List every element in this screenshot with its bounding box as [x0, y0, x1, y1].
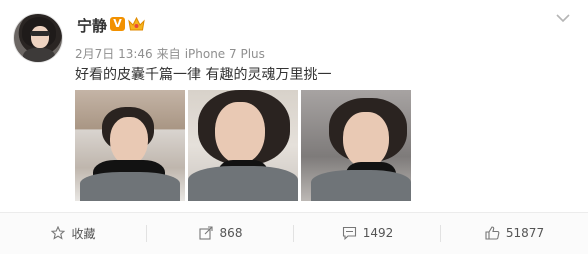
username[interactable]: 宁静	[77, 15, 107, 36]
post-photo-3[interactable]	[301, 90, 411, 201]
post-photo-2[interactable]	[188, 90, 298, 201]
post-date[interactable]: 2月7日 13:46	[75, 47, 153, 61]
photo-3-coat	[311, 170, 411, 201]
repost-button[interactable]: 868	[147, 213, 294, 253]
source-device[interactable]: iPhone 7 Plus	[185, 47, 265, 61]
comment-count: 1492	[362, 226, 394, 240]
comment-button[interactable]: 1492	[294, 213, 441, 253]
vip-crown-icon[interactable]	[128, 16, 145, 32]
photo-1-coat	[80, 172, 180, 201]
avatar-body	[23, 48, 55, 62]
comment-icon	[342, 226, 356, 240]
star-icon	[51, 226, 66, 240]
avatar[interactable]	[13, 13, 63, 63]
repost-count: 868	[219, 226, 243, 240]
action-bar: 收藏 868 1492 51877	[0, 212, 588, 254]
favorite-label: 收藏	[71, 226, 96, 241]
source-prefix: 来自	[156, 47, 181, 61]
avatar-sunglasses	[30, 31, 50, 36]
chevron-down-icon[interactable]	[556, 13, 570, 23]
photo-1-face	[110, 117, 148, 165]
photo-2-face	[215, 102, 265, 164]
photo-3-face	[343, 112, 389, 168]
post-meta: 2月7日 13:46 来自 iPhone 7 Plus	[75, 45, 269, 62]
verified-badge-icon[interactable]: V	[110, 17, 125, 31]
like-button[interactable]: 51877	[441, 213, 588, 253]
favorite-button[interactable]: 收藏	[0, 213, 147, 253]
photo-2-coat	[188, 166, 298, 201]
like-count: 51877	[505, 226, 545, 240]
post-content: 好看的皮囊千篇一律 有趣的灵魂万里挑一	[75, 67, 332, 83]
post-photo-1[interactable]	[75, 90, 185, 201]
repost-icon	[198, 226, 213, 240]
thumbs-up-icon	[485, 226, 500, 240]
avatar-face	[31, 26, 49, 48]
